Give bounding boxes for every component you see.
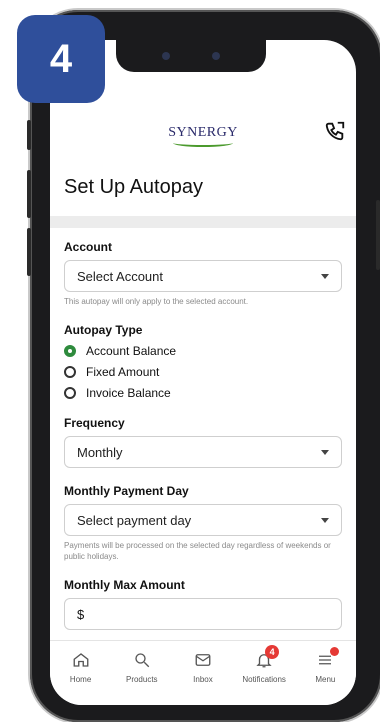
home-icon xyxy=(73,653,89,667)
phone-screen: SYNERGY Set Up Autopay Account Select Ac… xyxy=(50,40,356,705)
account-select-value: Select Account xyxy=(77,268,163,284)
radio-label: Account Balance xyxy=(86,344,177,358)
phone-volume-up xyxy=(27,170,31,218)
radio-label: Fixed Amount xyxy=(86,365,160,379)
phone-mute-switch xyxy=(27,120,31,150)
mail-icon xyxy=(195,654,211,666)
radio-unselected-icon xyxy=(64,387,76,399)
nav-menu-label: Menu xyxy=(315,675,336,684)
phone-call-icon[interactable] xyxy=(324,120,346,142)
max-amount-input[interactable]: $ xyxy=(64,598,342,630)
account-select[interactable]: Select Account xyxy=(64,260,342,292)
radio-label: Invoice Balance xyxy=(86,386,171,400)
radio-selected-icon xyxy=(64,345,76,357)
search-icon xyxy=(135,653,150,668)
sensor-icon xyxy=(212,52,220,60)
frequency-select-value: Monthly xyxy=(77,444,123,460)
account-label: Account xyxy=(64,240,112,254)
radio-invoice-balance[interactable]: Invoice Balance xyxy=(64,386,342,400)
phone-power-button xyxy=(376,200,380,270)
logo-swoosh-icon xyxy=(173,139,233,147)
autopay-form: Account Select Account This autopay will… xyxy=(64,240,342,630)
synergy-logo: SYNERGY xyxy=(50,125,356,147)
nav-inbox-label: Inbox xyxy=(193,675,213,684)
notifications-badge: 4 xyxy=(265,645,280,659)
payment-day-select[interactable]: Select payment day xyxy=(64,504,342,536)
payment-day-hint: Payments will be processed on the select… xyxy=(64,541,331,561)
section-divider xyxy=(50,216,356,228)
chevron-down-icon xyxy=(321,449,329,455)
radio-account-balance[interactable]: Account Balance xyxy=(64,344,342,358)
chevron-down-icon xyxy=(321,517,329,523)
autopay-type-label: Autopay Type xyxy=(64,323,143,337)
nav-products-label: Products xyxy=(125,675,158,684)
menu-alert-dot xyxy=(330,647,340,656)
currency-symbol: $ xyxy=(77,606,85,622)
nav-notifications-label: Notifications xyxy=(242,675,286,684)
phone-volume-down xyxy=(27,228,31,276)
frequency-select[interactable]: Monthly xyxy=(64,436,342,468)
nav-products[interactable]: Products xyxy=(113,651,171,684)
max-amount-label: Monthly Max Amount xyxy=(64,578,185,592)
account-hint: This autopay will only apply to the sele… xyxy=(64,297,249,306)
nav-home-label: Home xyxy=(69,675,92,684)
page-title: Set Up Autopay xyxy=(64,176,203,198)
radio-unselected-icon xyxy=(64,366,76,378)
camera-icon xyxy=(162,52,170,60)
nav-menu[interactable]: Menu xyxy=(296,647,354,684)
nav-notifications[interactable]: 4 Notifications xyxy=(235,645,293,684)
chevron-down-icon xyxy=(321,273,329,279)
step-number-badge: 4 xyxy=(17,15,105,103)
nav-home[interactable]: Home xyxy=(52,651,110,684)
payment-day-select-value: Select payment day xyxy=(77,512,192,528)
logo-text: SYNERGY xyxy=(168,125,238,140)
payment-day-label: Monthly Payment Day xyxy=(64,484,189,498)
radio-fixed-amount[interactable]: Fixed Amount xyxy=(64,365,342,379)
nav-inbox[interactable]: Inbox xyxy=(174,651,232,684)
frequency-label: Frequency xyxy=(64,416,125,430)
bottom-navigation: Home Products Inbox 4 Notifications Menu xyxy=(50,640,356,705)
phone-notch xyxy=(116,40,266,72)
